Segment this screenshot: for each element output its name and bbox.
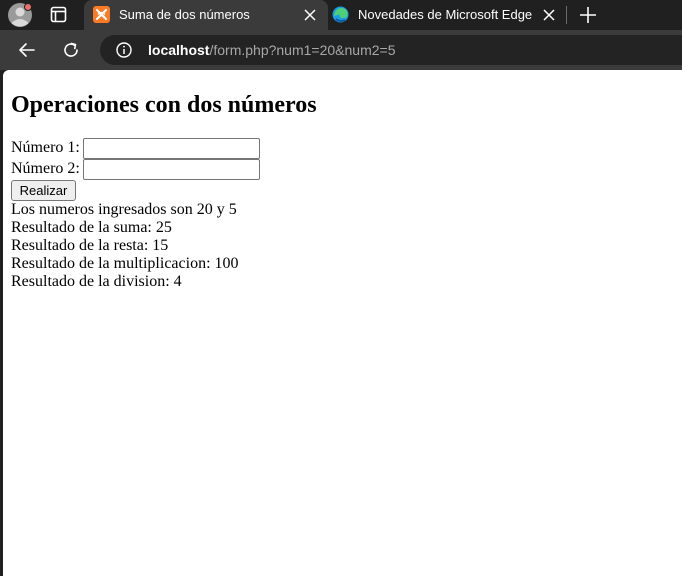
browser-toolbar: localhost/form.php?num1=20&num2=5 [0, 30, 682, 70]
edge-icon [332, 6, 349, 23]
multiplication-result-text: Resultado de la multiplicacion: 100 [11, 255, 239, 272]
close-icon[interactable] [542, 8, 556, 22]
tab-actions-icon[interactable] [50, 6, 67, 23]
tab-suma[interactable]: Suma de dos números [84, 0, 328, 30]
num2-label: Número 2: [11, 160, 80, 177]
entered-numbers-text: Los numeros ingresados son 20 y 5 [11, 201, 237, 218]
num1-input[interactable] [82, 138, 260, 159]
tab-strip: Suma de dos números Novedades de Microso… [0, 0, 682, 30]
reload-icon[interactable] [61, 40, 81, 60]
num1-row: Número 1: [11, 137, 260, 159]
num1-label: Número 1: [11, 139, 80, 156]
address-bar[interactable]: localhost/form.php?num1=20&num2=5 [100, 35, 682, 65]
url-text[interactable]: localhost/form.php?num1=20&num2=5 [148, 42, 395, 58]
xampp-icon [93, 6, 110, 23]
new-tab-icon[interactable] [578, 5, 598, 25]
sum-result-text: Resultado de la suma: 25 [11, 219, 172, 236]
site-info-icon[interactable] [116, 42, 132, 58]
back-arrow-icon[interactable] [17, 40, 37, 60]
url-path: /form.php?num1=20&num2=5 [209, 42, 396, 58]
page-title: Operaciones con dos números [11, 92, 317, 118]
division-result-text: Resultado de la division: 4 [11, 273, 182, 290]
subtraction-result-text: Resultado de la resta: 15 [11, 237, 169, 254]
page-viewport: Operaciones con dos números Número 1: Nú… [3, 70, 682, 576]
tab-title: Suma de dos números [119, 7, 250, 22]
profile-avatar-icon[interactable] [8, 3, 32, 27]
url-host: localhost [148, 42, 210, 58]
tab-edge-news[interactable]: Novedades de Microsoft Edge [328, 0, 564, 30]
close-icon[interactable] [303, 8, 317, 22]
num2-row: Número 2: [11, 158, 260, 180]
tab-separator [566, 6, 567, 24]
tab-title: Novedades de Microsoft Edge [358, 7, 533, 22]
realizar-button[interactable]: Realizar [11, 180, 76, 201]
num2-input[interactable] [82, 159, 260, 180]
